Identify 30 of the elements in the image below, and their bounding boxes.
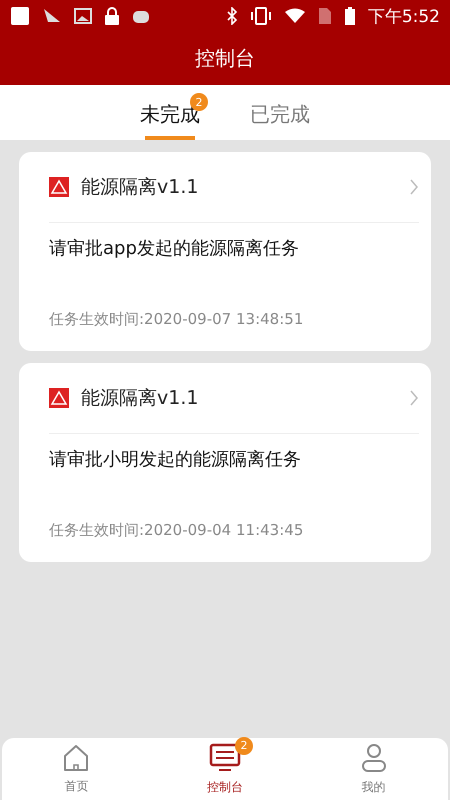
no-sim-icon	[318, 7, 332, 25]
wifi-icon	[284, 8, 306, 24]
task-card[interactable]: 能源隔离v1.1 请审批小明发起的能源隔离任务 任务生效时间:2020-09-04 11:43:45	[19, 363, 431, 562]
task-time: 任务生效时间:2020-09-04 11:43:45	[49, 521, 304, 540]
page-title: 控制台	[195, 45, 255, 72]
clock-time: 下午5:52	[368, 6, 440, 28]
task-time: 任务生效时间:2020-09-07 13:48:51	[49, 310, 304, 329]
user-icon	[360, 742, 387, 772]
vibrate-icon	[250, 7, 272, 25]
task-description: 请审批小明发起的能源隔离任务	[49, 448, 302, 471]
tab[interactable]: 已完成	[250, 101, 310, 136]
warning-logo-icon	[49, 177, 69, 197]
task-description: 请审批app发起的能源隔离任务	[49, 237, 300, 260]
warning-logo-icon	[49, 388, 69, 408]
task-title: 能源隔离v1.1	[81, 175, 200, 200]
chevron-right-icon	[409, 390, 419, 406]
nav-item[interactable]: 我的	[299, 738, 448, 800]
task-title: 能源隔离v1.1	[81, 386, 200, 411]
battery-icon	[344, 6, 356, 26]
task-card[interactable]: 能源隔离v1.1 请审批app发起的能源隔离任务 任务生效时间:2020-09-07 13:48:51	[19, 152, 431, 351]
nav-item[interactable]: 首页	[2, 738, 151, 800]
notification-square-icon	[10, 6, 30, 26]
home-icon	[63, 744, 90, 772]
image-icon	[74, 8, 92, 24]
count-badge: 2	[235, 736, 253, 754]
nav-item[interactable]: 2 控制台	[150, 738, 300, 800]
lock-icon	[104, 6, 120, 26]
bluetooth-icon	[226, 7, 238, 25]
monitor-icon	[209, 742, 241, 772]
chevron-right-icon	[409, 179, 419, 195]
